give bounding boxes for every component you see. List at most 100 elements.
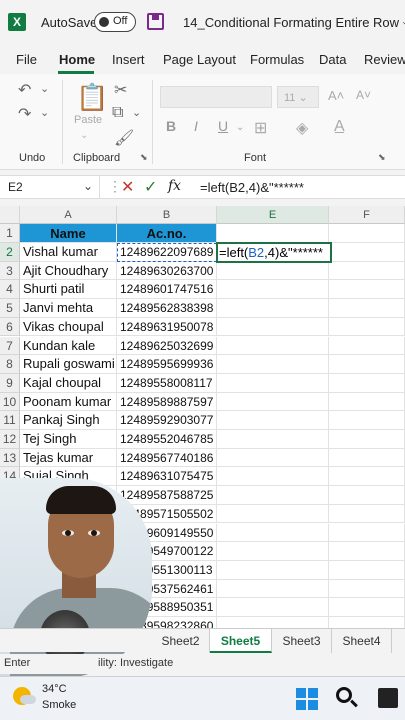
cell-name[interactable]: Ajit Choudhary xyxy=(20,261,117,281)
cell-acno[interactable]: 12489625032699 xyxy=(117,336,217,356)
column-header-a[interactable]: A xyxy=(20,206,117,224)
cell-acno[interactable]: 12489558008117 xyxy=(117,373,217,393)
row-header[interactable]: 6 xyxy=(0,317,20,337)
undo-dropdown-icon[interactable]: ⌄ xyxy=(40,82,49,95)
cell-f1[interactable] xyxy=(329,224,405,243)
underline-dropdown-icon[interactable]: ⌄ xyxy=(236,122,244,133)
cell-name[interactable]: Shurti patil xyxy=(20,280,117,300)
save-icon[interactable] xyxy=(147,13,164,30)
cell-f[interactable] xyxy=(329,430,405,449)
tab-home[interactable]: Home xyxy=(59,52,95,67)
cell-acno[interactable]: 12489567740186 xyxy=(117,448,217,468)
windows-start-icon[interactable] xyxy=(296,688,318,710)
redo-dropdown-icon[interactable]: ⌄ xyxy=(40,106,49,119)
tab-data[interactable]: Data xyxy=(319,52,346,67)
cell-e[interactable] xyxy=(217,430,329,449)
cell-e[interactable] xyxy=(217,373,329,393)
cell-name[interactable]: Janvi mehta xyxy=(20,299,117,318)
grow-font-icon[interactable]: A˄ xyxy=(328,88,344,103)
row-header[interactable]: 2 xyxy=(0,243,20,262)
redo-icon[interactable]: ↷ xyxy=(18,104,31,124)
cell-name[interactable]: Vikas choupal xyxy=(20,317,117,337)
chevron-down-icon[interactable]: ⌄ xyxy=(83,179,93,193)
cell-acno[interactable]: 12489592903077 xyxy=(117,411,217,430)
autosave-toggle[interactable]: Off xyxy=(94,12,136,32)
cell-e[interactable] xyxy=(217,299,329,318)
italic-button[interactable]: I xyxy=(194,118,198,134)
cell-e[interactable] xyxy=(217,598,329,617)
sheet-tab-sheet3[interactable]: Sheet3 xyxy=(272,629,332,653)
cell-name[interactable]: Kundan kale xyxy=(20,336,117,356)
cell-f[interactable] xyxy=(329,579,405,599)
column-header-f[interactable]: F xyxy=(329,206,405,224)
tab-insert[interactable]: Insert xyxy=(112,52,145,67)
select-all-corner[interactable] xyxy=(0,206,20,224)
cell-acno[interactable]: 12489589887597 xyxy=(117,392,217,412)
document-title[interactable]: 14_Conditional Formating Entire Row ⌵ xyxy=(183,15,405,31)
tab-review[interactable]: Review xyxy=(364,52,405,67)
copy-icon[interactable]: ⧉ xyxy=(112,104,123,122)
font-size-select[interactable]: 11 ⌄ xyxy=(277,86,319,108)
cell-f[interactable] xyxy=(329,598,405,617)
cell-e[interactable] xyxy=(217,261,329,281)
cell-f[interactable] xyxy=(329,355,405,374)
format-painter-icon[interactable]: 🖌 xyxy=(114,128,134,148)
cell-e[interactable] xyxy=(217,523,329,543)
cell-e[interactable] xyxy=(217,486,329,505)
cell-e[interactable] xyxy=(217,336,329,356)
tab-file[interactable]: File xyxy=(16,52,37,67)
cell-acno[interactable]: 12489562838398 xyxy=(117,299,217,318)
sheet-tab-sheet4[interactable]: Sheet4 xyxy=(332,629,392,653)
sheet-tab-sheet2[interactable]: Sheet2 xyxy=(152,629,210,653)
cell-f[interactable] xyxy=(329,299,405,318)
column-header-b[interactable]: B xyxy=(117,206,217,224)
search-icon[interactable] xyxy=(336,687,352,703)
cell-name[interactable]: Poonam kumar xyxy=(20,392,117,412)
cell-e[interactable] xyxy=(217,280,329,300)
cell-f[interactable] xyxy=(329,542,405,561)
font-color-icon[interactable]: A̲ xyxy=(334,118,345,136)
paste-icon[interactable]: 📋 xyxy=(76,82,108,113)
copy-dropdown-icon[interactable]: ⌄ xyxy=(132,106,141,119)
active-cell-e2[interactable]: =left(B2,4)&"****** xyxy=(216,242,332,263)
cell-f[interactable] xyxy=(329,261,405,281)
cancel-icon[interactable]: ✕ xyxy=(121,177,134,197)
weather-description[interactable]: Smoke xyxy=(42,699,76,711)
cell-name[interactable]: Kajal choupal xyxy=(20,373,117,393)
cell-e[interactable] xyxy=(217,579,329,599)
cell-e[interactable] xyxy=(217,448,329,468)
header-cell-name[interactable]: Name xyxy=(20,224,117,243)
name-box[interactable]: E2 ⌄ xyxy=(0,176,100,198)
cell-f[interactable] xyxy=(329,336,405,356)
row-header[interactable]: 7 xyxy=(0,336,20,356)
cell-name[interactable]: Pankaj Singh xyxy=(20,411,117,430)
cell-f[interactable] xyxy=(329,486,405,505)
cell-e[interactable] xyxy=(217,355,329,374)
cell-acno[interactable]: 12489631950078 xyxy=(117,317,217,337)
column-header-e[interactable]: E xyxy=(217,206,329,224)
cell-e[interactable] xyxy=(217,560,329,580)
borders-icon[interactable]: ⊞ xyxy=(254,118,267,138)
row-header[interactable]: 10 xyxy=(0,392,20,412)
app-icon[interactable] xyxy=(378,688,398,708)
underline-button[interactable]: U xyxy=(218,118,228,134)
cell-f[interactable] xyxy=(329,448,405,468)
undo-icon[interactable]: ↶ xyxy=(18,80,31,100)
paste-dropdown-icon[interactable]: ⌄ xyxy=(80,130,88,141)
cell-acno[interactable]: 12489601747516 xyxy=(117,280,217,300)
row-header[interactable]: 4 xyxy=(0,280,20,300)
row-header[interactable]: 12 xyxy=(0,430,20,449)
cell-f[interactable] xyxy=(329,243,405,262)
header-cell-acno[interactable]: Ac.no. xyxy=(117,224,217,243)
insert-function-icon[interactable]: fx xyxy=(168,178,181,194)
cell-e1[interactable] xyxy=(217,224,329,243)
row-header[interactable]: 1 xyxy=(0,224,20,243)
clipboard-launcher-icon[interactable]: ⬊ xyxy=(140,152,148,163)
row-header[interactable]: 13 xyxy=(0,448,20,468)
cell-acno[interactable]: 12489630263700 xyxy=(117,261,217,281)
cell-e[interactable] xyxy=(217,392,329,412)
accessibility-status[interactable]: ility: Investigate xyxy=(98,657,173,669)
cell-e[interactable] xyxy=(217,411,329,430)
cut-icon[interactable]: ✂ xyxy=(114,80,127,100)
paste-label[interactable]: Paste xyxy=(74,114,102,126)
